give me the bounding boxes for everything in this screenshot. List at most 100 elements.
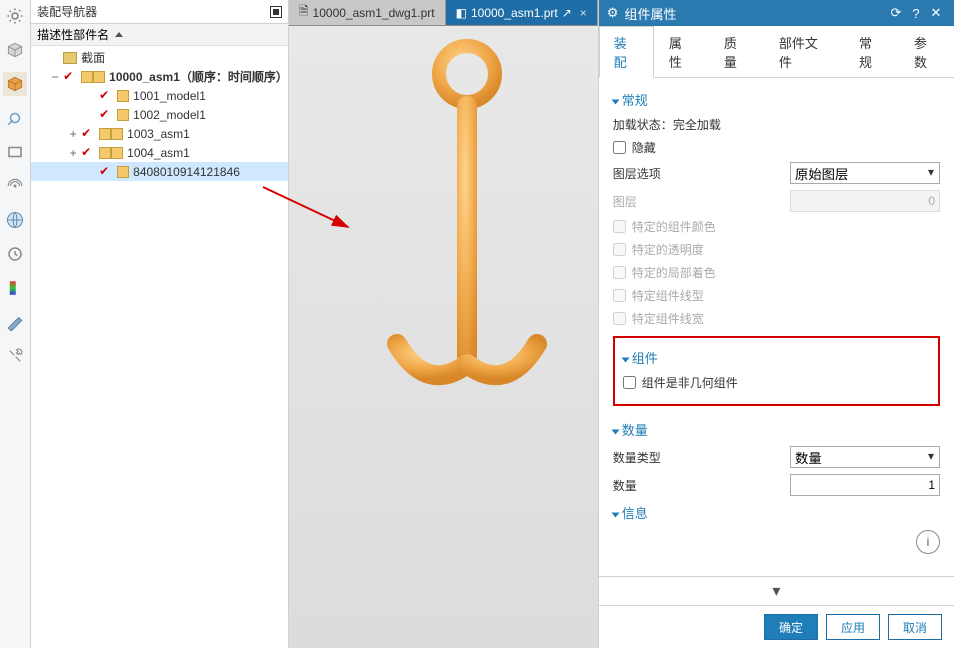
assembly-navigator: 装配导航器 描述性部件名 - 截面 − 10000_asm1（顺序：时间顺序） … — [31, 0, 289, 648]
tree-node[interactable]: + 1001_model1 — [31, 86, 288, 105]
part-icon — [93, 71, 105, 83]
check-icon[interactable] — [99, 165, 113, 179]
column-label: 描述性部件名 — [37, 26, 109, 43]
expand-toggle[interactable]: + — [67, 146, 79, 160]
row-specific-linewidth: 特定组件线宽 — [613, 307, 940, 330]
check-icon[interactable] — [99, 89, 113, 103]
highlight-box: 组件 组件是非几何组件 — [613, 336, 940, 406]
part-icon — [117, 90, 129, 102]
row-non-geometric: 组件是非几何组件 — [623, 371, 930, 394]
section-component[interactable]: 组件 — [623, 344, 930, 371]
tools-icon[interactable] — [3, 344, 27, 368]
row-hidden: 隐藏 — [613, 136, 940, 159]
settings-icon[interactable] — [3, 4, 27, 28]
apply-button[interactable]: 应用 — [826, 614, 880, 640]
checkbox — [613, 312, 626, 325]
row-specific-trans: 特定的透明度 — [613, 238, 940, 261]
section-general[interactable]: 常规 — [613, 86, 940, 113]
checkbox — [613, 243, 626, 256]
row-qty: 数量 — [613, 471, 940, 499]
tree-node-selected[interactable]: + 8408010914121846 — [31, 162, 288, 181]
check-icon[interactable] — [63, 70, 77, 84]
navigator-column-header[interactable]: 描述性部件名 — [31, 24, 288, 46]
tab-mass[interactable]: 质量 — [709, 26, 764, 78]
qty-input[interactable] — [790, 474, 940, 496]
section-info[interactable]: 信息 — [613, 499, 940, 526]
part-icon — [81, 71, 93, 83]
folder-icon — [63, 52, 77, 64]
navigator-title-bar: 装配导航器 — [31, 0, 288, 24]
properties-tabs: 装配 属性 质量 部件文件 常规 参数 — [599, 26, 954, 78]
row-specific-partial: 特定的局部着色 — [613, 261, 940, 284]
hidden-checkbox[interactable] — [613, 141, 626, 154]
checkbox — [613, 266, 626, 279]
history-icon[interactable] — [3, 242, 27, 266]
tree-node[interactable]: + 1003_asm1 — [31, 124, 288, 143]
tree-node-assembly[interactable]: − 10000_asm1（顺序：时间顺序） — [31, 67, 288, 86]
constraint-icon[interactable] — [3, 106, 27, 130]
cancel-button[interactable]: 取消 — [888, 614, 942, 640]
checkbox — [613, 220, 626, 233]
properties-body: 常规 加载状态：完全加载 隐藏 图层选项 图层 0 特定的组件颜色 特定的透明度… — [599, 78, 954, 576]
properties-footer: 确定 应用 取消 — [599, 605, 954, 648]
ok-button[interactable]: 确定 — [764, 614, 818, 640]
tree-node[interactable]: + 1004_asm1 — [31, 143, 288, 162]
properties-title-bar: ⚙ 组件属性 ⟳ ? ✕ — [599, 0, 954, 26]
help-icon[interactable]: ? — [906, 6, 926, 21]
navigator-collapse-icon[interactable] — [270, 6, 282, 18]
row-layer: 图层 0 — [613, 187, 940, 215]
section-quantity[interactable]: 数量 — [613, 416, 940, 443]
document-tabs: 🗎 10000_asm1_dwg1.prt ◧ 10000_asm1.prt ↗… — [289, 0, 598, 26]
close-tab-icon[interactable]: × — [576, 6, 587, 20]
globe-icon[interactable] — [3, 208, 27, 232]
measure-icon[interactable] — [3, 310, 27, 334]
sort-asc-icon — [115, 32, 123, 37]
row-layer-option: 图层选项 — [613, 159, 940, 187]
panel-title: 组件属性 — [624, 4, 676, 23]
part-icon — [99, 147, 111, 159]
external-icon: ↗ — [562, 6, 572, 20]
drawing-tab-icon: 🗎 — [299, 2, 309, 23]
layer-value: 0 — [790, 190, 940, 212]
3d-viewport[interactable] — [289, 26, 598, 648]
collapse-toggle[interactable]: − — [49, 70, 61, 84]
document-tab[interactable]: 🗎 10000_asm1_dwg1.prt — [289, 0, 446, 25]
navigator-title: 装配导航器 — [37, 3, 97, 20]
tree-node[interactable]: + 1002_model1 — [31, 105, 288, 124]
part-icon — [117, 109, 129, 121]
row-specific-linetype: 特定组件线型 — [613, 284, 940, 307]
broadcast-icon[interactable] — [3, 174, 27, 198]
gear-icon: ⚙ — [607, 5, 619, 21]
info-icon[interactable]: i — [916, 530, 940, 554]
model-anchor — [357, 34, 577, 454]
assembly-icon[interactable] — [3, 72, 27, 96]
box-icon[interactable] — [3, 140, 27, 164]
part-icon — [99, 128, 111, 140]
check-icon[interactable] — [81, 146, 95, 160]
row-specific-color: 特定的组件颜色 — [613, 215, 940, 238]
collapse-handle[interactable]: ▾ — [599, 576, 954, 605]
tab-parameters[interactable]: 参数 — [899, 26, 954, 78]
non-geometric-checkbox[interactable] — [623, 376, 636, 389]
check-icon[interactable] — [81, 127, 95, 141]
tree-node-section[interactable]: - 截面 — [31, 48, 288, 67]
tab-partfile[interactable]: 部件文件 — [764, 26, 844, 78]
row-qty-type: 数量类型 — [613, 443, 940, 471]
tab-assembly[interactable]: 装配 — [599, 26, 654, 78]
gradient-icon[interactable] — [3, 276, 27, 300]
part-tab-icon: ◧ — [456, 6, 467, 20]
tab-general[interactable]: 常规 — [844, 26, 899, 78]
expand-toggle[interactable]: + — [67, 127, 79, 141]
refresh-icon[interactable]: ⟳ — [886, 5, 906, 21]
tab-attributes[interactable]: 属性 — [654, 26, 709, 78]
qty-type-select[interactable] — [790, 446, 940, 468]
close-icon[interactable]: ✕ — [926, 5, 946, 21]
cube-icon[interactable] — [3, 38, 27, 62]
check-icon[interactable] — [99, 108, 113, 122]
document-tab-active[interactable]: ◧ 10000_asm1.prt ↗ × — [446, 0, 598, 25]
row-load-state: 加载状态：完全加载 — [613, 113, 940, 136]
checkbox — [613, 289, 626, 302]
center-area: 🗎 10000_asm1_dwg1.prt ◧ 10000_asm1.prt ↗… — [289, 0, 598, 648]
left-toolbar — [0, 0, 31, 648]
layer-option-select[interactable] — [790, 162, 940, 184]
